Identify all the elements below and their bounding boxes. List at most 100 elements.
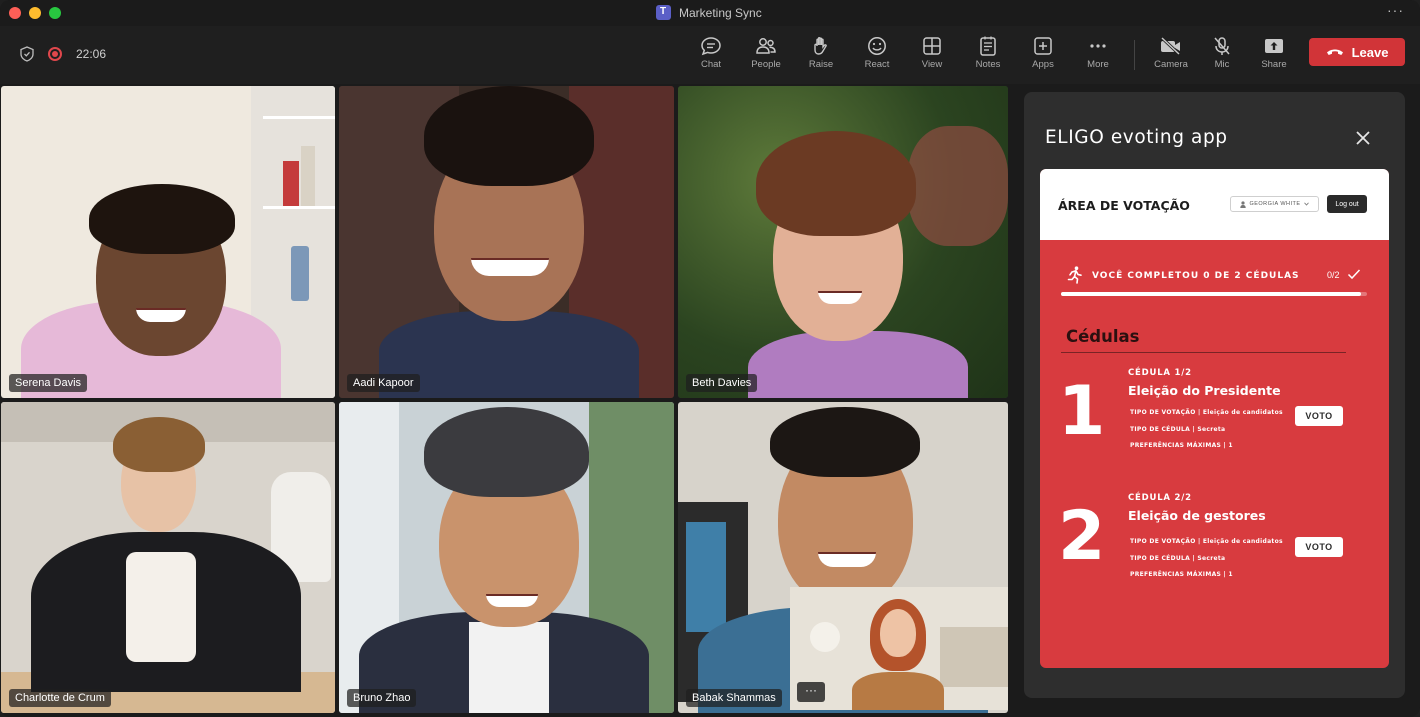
view-label: View bbox=[921, 59, 943, 70]
person-smile bbox=[471, 258, 549, 276]
shelf bbox=[263, 116, 335, 119]
user-select[interactable]: GEORGIA WHITE bbox=[1230, 196, 1319, 212]
person-hair bbox=[113, 417, 205, 472]
view-button[interactable]: View bbox=[906, 36, 958, 70]
react-label: React bbox=[864, 59, 890, 70]
ballots-heading: Cédulas bbox=[1066, 327, 1140, 346]
person-face bbox=[880, 609, 916, 657]
running-person-icon bbox=[1067, 266, 1082, 284]
people-button[interactable]: People bbox=[740, 36, 792, 70]
shield-icon bbox=[20, 46, 34, 62]
participant-name: Serena Davis bbox=[9, 374, 88, 392]
foliage-leaves bbox=[908, 126, 1008, 246]
people-label: People bbox=[751, 59, 781, 70]
progress-count: 0/2 bbox=[1327, 270, 1340, 280]
title-bar: Marketing Sync ··· bbox=[0, 0, 1420, 26]
person-hair bbox=[756, 131, 916, 236]
participant-name: Aadi Kapoor bbox=[347, 374, 420, 392]
meeting-timer: 22:06 bbox=[76, 47, 107, 61]
person-body bbox=[852, 672, 944, 710]
app-header: ÁREA DE VOTAÇÃO GEORGIA WHITE Log out bbox=[1040, 169, 1389, 240]
book bbox=[301, 146, 315, 206]
progress-text: VOCÊ COMPLETOU 0 DE 2 CÉDULAS bbox=[1092, 271, 1300, 281]
evoting-app: ÁREA DE VOTAÇÃO GEORGIA WHITE Log out VO… bbox=[1040, 169, 1389, 668]
ballot-card: 1 CÉDULA 1/2 Eleição do Presidente TIPO … bbox=[1040, 368, 1389, 468]
participant-name: Bruno Zhao bbox=[347, 689, 417, 707]
window-title: Marketing Sync bbox=[679, 5, 762, 20]
notes-button[interactable]: Notes bbox=[962, 36, 1014, 70]
share-button[interactable]: Share bbox=[1248, 36, 1300, 70]
person-hair bbox=[424, 86, 594, 186]
meeting-toolbar: 22:06 Chat People Raise React View Notes bbox=[0, 26, 1420, 84]
mic-label: Mic bbox=[1214, 59, 1230, 70]
video-tile[interactable]: Charlotte de Crum bbox=[1, 402, 335, 713]
close-window-button[interactable] bbox=[9, 7, 21, 19]
view-icon bbox=[923, 37, 941, 55]
chat-button[interactable]: Chat bbox=[685, 36, 737, 70]
person-hair bbox=[424, 407, 589, 497]
person-smile bbox=[818, 291, 862, 304]
voting-area-title: ÁREA DE VOTAÇÃO bbox=[1058, 198, 1190, 213]
ballot-title: Eleição de gestores bbox=[1128, 508, 1266, 523]
apps-label: Apps bbox=[1032, 59, 1054, 70]
camera-button[interactable]: Camera bbox=[1145, 36, 1197, 70]
vote-button[interactable]: VOTO bbox=[1295, 537, 1343, 557]
window-title-group: Marketing Sync bbox=[656, 5, 762, 20]
ballot-tag: CÉDULA 2/2 bbox=[1128, 493, 1192, 503]
raise-label: Raise bbox=[808, 59, 834, 70]
apps-button[interactable]: Apps bbox=[1017, 36, 1069, 70]
toolbar-divider bbox=[1134, 40, 1135, 70]
people-icon bbox=[756, 38, 776, 54]
react-button[interactable]: React bbox=[851, 36, 903, 70]
progress-row: VOCÊ COMPLETOU 0 DE 2 CÉDULAS 0/2 bbox=[1061, 266, 1367, 286]
minimize-window-button[interactable] bbox=[29, 7, 41, 19]
ballot-type: TIPO DE CÉDULA | Secreta bbox=[1130, 555, 1226, 562]
more-icon bbox=[1090, 44, 1106, 48]
video-tile[interactable]: Beth Davies bbox=[678, 86, 1008, 398]
video-tile[interactable]: Bruno Zhao bbox=[339, 402, 674, 713]
leave-label: Leave bbox=[1351, 44, 1389, 60]
ballots-divider bbox=[1061, 352, 1346, 353]
ballot-vote-type: TIPO DE VOTAÇÃO | Eleição de candidatos bbox=[1130, 538, 1283, 545]
shelf-background bbox=[940, 627, 1008, 687]
teams-logo-icon bbox=[656, 5, 671, 20]
chevron-down-icon bbox=[1303, 202, 1309, 206]
lamp-background bbox=[810, 622, 840, 652]
react-icon bbox=[868, 37, 886, 55]
ballot-number: 2 bbox=[1058, 497, 1106, 576]
book bbox=[283, 161, 299, 206]
maximize-window-button[interactable] bbox=[49, 7, 61, 19]
tile-more-button[interactable]: ··· bbox=[797, 682, 825, 702]
more-label: More bbox=[1087, 59, 1109, 70]
ballot-number: 1 bbox=[1058, 372, 1106, 451]
chat-icon bbox=[701, 37, 721, 56]
logout-button[interactable]: Log out bbox=[1327, 195, 1367, 213]
person-shirt bbox=[126, 552, 196, 662]
close-icon[interactable] bbox=[1354, 129, 1372, 147]
participant-name: Beth Davies bbox=[686, 374, 758, 392]
mic-button[interactable]: Mic bbox=[1196, 36, 1248, 70]
recording-icon bbox=[48, 47, 62, 61]
vote-button[interactable]: VOTO bbox=[1295, 406, 1343, 426]
camera-label: Camera bbox=[1154, 59, 1188, 70]
participant-name: Charlotte de Crum bbox=[9, 689, 111, 707]
camera-off-icon bbox=[1160, 36, 1181, 56]
raise-hand-icon bbox=[814, 37, 827, 55]
ballot-tag: CÉDULA 1/2 bbox=[1128, 368, 1192, 378]
notes-label: Notes bbox=[975, 59, 1001, 70]
user-name: GEORGIA WHITE bbox=[1249, 201, 1301, 207]
ballot-title: Eleição do Presidente bbox=[1128, 383, 1281, 398]
person-smile bbox=[486, 594, 538, 607]
poster-background bbox=[686, 522, 726, 632]
check-icon bbox=[1347, 269, 1361, 280]
more-button[interactable]: More bbox=[1072, 36, 1124, 70]
chat-label: Chat bbox=[700, 59, 722, 70]
video-tile[interactable]: Serena Davis bbox=[1, 86, 335, 398]
raise-hand-button[interactable]: Raise bbox=[795, 36, 847, 70]
panel-title: ELIGO evoting app bbox=[1045, 127, 1228, 148]
ballot-max-preferences: PREFERÊNCIAS MÁXIMAS | 1 bbox=[1130, 571, 1233, 578]
window-more-button[interactable]: ··· bbox=[1387, 2, 1404, 18]
participant-name: Babak Shammas bbox=[686, 689, 782, 707]
video-tile[interactable]: Aadi Kapoor bbox=[339, 86, 674, 398]
leave-button[interactable]: Leave bbox=[1309, 38, 1405, 66]
